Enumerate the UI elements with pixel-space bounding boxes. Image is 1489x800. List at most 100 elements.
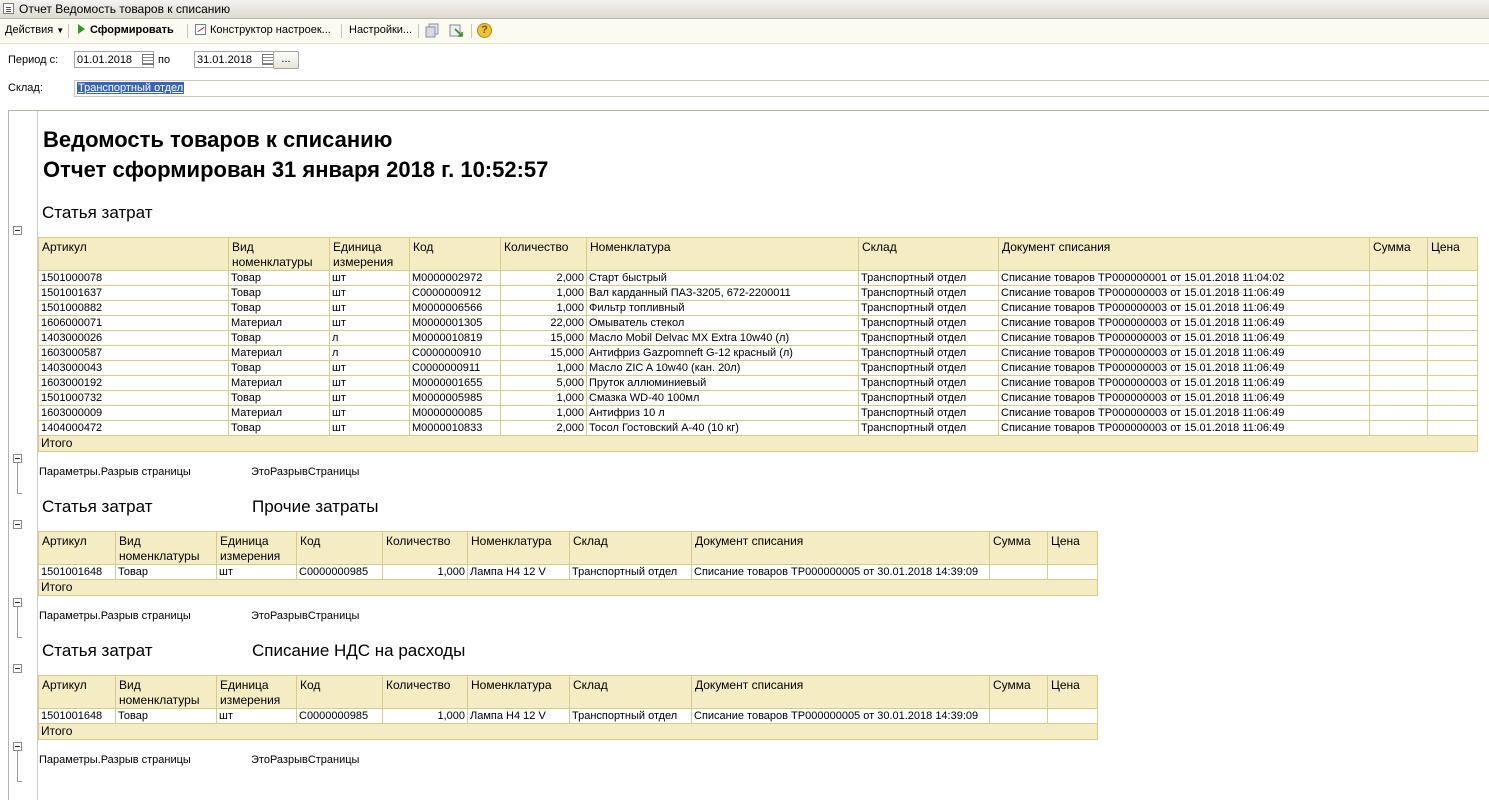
collapse-group-icon[interactable]: [13, 598, 22, 607]
column-header-sum[interactable]: Сумма: [1369, 237, 1428, 271]
column-header-unit[interactable]: Единица измерения: [216, 531, 297, 565]
table-row[interactable]: 1501001648 Товар шт С0000000985 1,000 Лампа Н…: [38, 564, 1098, 580]
column-header-warehouse[interactable]: Склад: [569, 675, 692, 709]
save-settings-icon[interactable]: [425, 23, 440, 38]
cell-nomenclature: Антифриз Gazpomneft G-12 красный (л): [586, 345, 859, 361]
collapse-group-icon[interactable]: [13, 226, 22, 235]
cell-kind: Товар: [228, 300, 330, 316]
column-header-kind[interactable]: Вид номенклатуры: [115, 675, 217, 709]
collapse-group-icon[interactable]: [13, 454, 22, 463]
cell-warehouse: Транспортный отдел: [569, 708, 692, 724]
generate-button[interactable]: Сформировать: [78, 24, 174, 36]
cell-unit: шт: [329, 375, 410, 391]
cell-unit: шт: [329, 315, 410, 331]
table-header-row: Артикул Вид номенклатуры Единица измерен…: [38, 531, 1098, 565]
table-row[interactable]: 1603000587 Материал л С0000000910 15,000 Анти…: [38, 345, 1478, 361]
report-spreadsheet[interactable]: Ведомость товаров к списанию Отчет сформ…: [8, 110, 1489, 800]
column-header-code[interactable]: Код: [296, 531, 383, 565]
column-header-nomenclature[interactable]: Номенклатура: [467, 531, 570, 565]
cell-price: [1047, 708, 1098, 724]
cell-price: [1427, 285, 1478, 301]
cell-qty: 2,000: [500, 270, 587, 286]
cell-qty: 1,000: [382, 708, 468, 724]
table-row[interactable]: 1501001648 Товар шт С0000000985 1,000 Лампа Н…: [38, 708, 1098, 724]
cell-qty: 22,000: [500, 315, 587, 331]
column-header-kind[interactable]: Вид номенклатуры: [115, 531, 217, 565]
period-select-button[interactable]: ...: [273, 51, 299, 69]
column-header-price[interactable]: Цена: [1047, 675, 1098, 709]
table-row[interactable]: 1403000043 Товар шт С0000000911 1,000 Масло Z…: [38, 360, 1478, 376]
cell-warehouse: Транспортный отдел: [858, 270, 999, 286]
section-value: Списание НДС на расходы: [252, 641, 466, 660]
column-header-code[interactable]: Код: [409, 237, 501, 271]
column-header-price[interactable]: Цена: [1047, 531, 1098, 565]
table-row[interactable]: 1403000026 Товар л М0000010819 15,000 Масло M…: [38, 330, 1478, 346]
column-header-article[interactable]: Артикул: [38, 675, 116, 709]
cell-qty: 2,000: [500, 420, 587, 436]
collapse-group-icon[interactable]: [13, 520, 22, 529]
grouping-gutter: [9, 111, 38, 800]
table-body: 1501000078 Товар шт М0000002972 2,000 Старт б…: [38, 270, 1478, 436]
column-header-code[interactable]: Код: [296, 675, 383, 709]
column-header-qty[interactable]: Количество: [500, 237, 587, 271]
column-header-qty[interactable]: Количество: [382, 675, 468, 709]
cell-nomenclature: Масло ZIC A 10w40 (кан. 20л): [586, 360, 859, 376]
cell-sum: [1369, 375, 1428, 391]
column-header-nomenclature[interactable]: Номенклатура: [586, 237, 859, 271]
restore-settings-icon[interactable]: [449, 23, 464, 38]
cell-qty: 1,000: [500, 405, 587, 421]
column-header-sum[interactable]: Сумма: [989, 531, 1048, 565]
column-header-unit[interactable]: Единица измерения: [329, 237, 410, 271]
column-header-kind[interactable]: Вид номенклатуры: [228, 237, 330, 271]
cell-document: Списание товаров ТР000000001 от 15.01.20…: [998, 270, 1370, 286]
help-icon[interactable]: ?: [477, 23, 492, 38]
group-line-end: [17, 781, 22, 782]
table-row[interactable]: 1501001637 Товар шт С0000000912 1,000 Вал кар…: [38, 285, 1478, 301]
table-row[interactable]: 1501000078 Товар шт М0000002972 2,000 Старт б…: [38, 270, 1478, 286]
cell-price: [1427, 405, 1478, 421]
table-row[interactable]: 1603000009 Материал шт М0000000085 1,000 Анти…: [38, 405, 1478, 421]
cell-unit: шт: [216, 564, 297, 580]
column-header-warehouse[interactable]: Склад: [858, 237, 999, 271]
column-header-nomenclature[interactable]: Номенклатура: [467, 675, 570, 709]
table-row[interactable]: 1606000071 Материал шт М0000001305 22,000 Омы…: [38, 315, 1478, 331]
column-header-unit[interactable]: Единица измерения: [216, 675, 297, 709]
cell-qty: 15,000: [500, 330, 587, 346]
section-label: Статья затрат: [42, 497, 153, 516]
cell-code: М0000002972: [409, 270, 501, 286]
column-header-price[interactable]: Цена: [1427, 237, 1478, 271]
actions-menu[interactable]: Действия ▼: [5, 24, 64, 36]
calendar-icon[interactable]: [142, 54, 154, 65]
collapse-group-icon[interactable]: [13, 664, 22, 673]
table-row[interactable]: 1404000472 Товар шт М0000010833 2,000 Тосол Г…: [38, 420, 1478, 436]
cell-article: 1403000043: [38, 360, 229, 376]
column-header-qty[interactable]: Количество: [382, 531, 468, 565]
column-header-warehouse[interactable]: Склад: [569, 531, 692, 565]
cell-nomenclature: Старт быстрый: [586, 270, 859, 286]
column-header-sum[interactable]: Сумма: [989, 675, 1048, 709]
table-row[interactable]: 1603000192 Материал шт М0000001655 5,000 Прут…: [38, 375, 1478, 391]
column-header-article[interactable]: Артикул: [38, 237, 229, 271]
settings-constructor-button[interactable]: Конструктор настроек...: [195, 24, 331, 36]
cell-document: Списание товаров ТР000000003 от 15.01.20…: [998, 315, 1370, 331]
page-break-value: ЭтоРазрывСтраницы: [251, 466, 360, 478]
period-to-value: 31.01.2018: [197, 54, 253, 66]
column-header-document[interactable]: Документ списания: [691, 675, 990, 709]
cell-article: 1606000071: [38, 315, 229, 331]
cell-price: [1047, 564, 1098, 580]
column-header-article[interactable]: Артикул: [38, 531, 116, 565]
cell-nomenclature: Вал карданный ПАЗ-3205, 672-2200011: [586, 285, 859, 301]
column-header-document[interactable]: Документ списания: [998, 237, 1370, 271]
settings-constructor-label: Конструктор настроек...: [210, 24, 331, 36]
window-title: Отчет Ведомость товаров к списанию: [19, 2, 231, 16]
table-row[interactable]: 1501000882 Товар шт М0000006566 1,000 Фильтр …: [38, 300, 1478, 316]
collapse-group-icon[interactable]: [13, 742, 22, 751]
table-row[interactable]: 1501000732 Товар шт М0000005985 1,000 Смазка …: [38, 390, 1478, 406]
cell-article: 1603000587: [38, 345, 229, 361]
cell-qty: 1,000: [500, 390, 587, 406]
total-label: Итого: [38, 579, 1098, 596]
column-header-document[interactable]: Документ списания: [691, 531, 990, 565]
page-break-label: Параметры.Разрыв страницы: [39, 754, 191, 766]
warehouse-input[interactable]: Транспортный отдел: [74, 80, 1489, 97]
settings-button[interactable]: Настройки...: [349, 24, 412, 36]
